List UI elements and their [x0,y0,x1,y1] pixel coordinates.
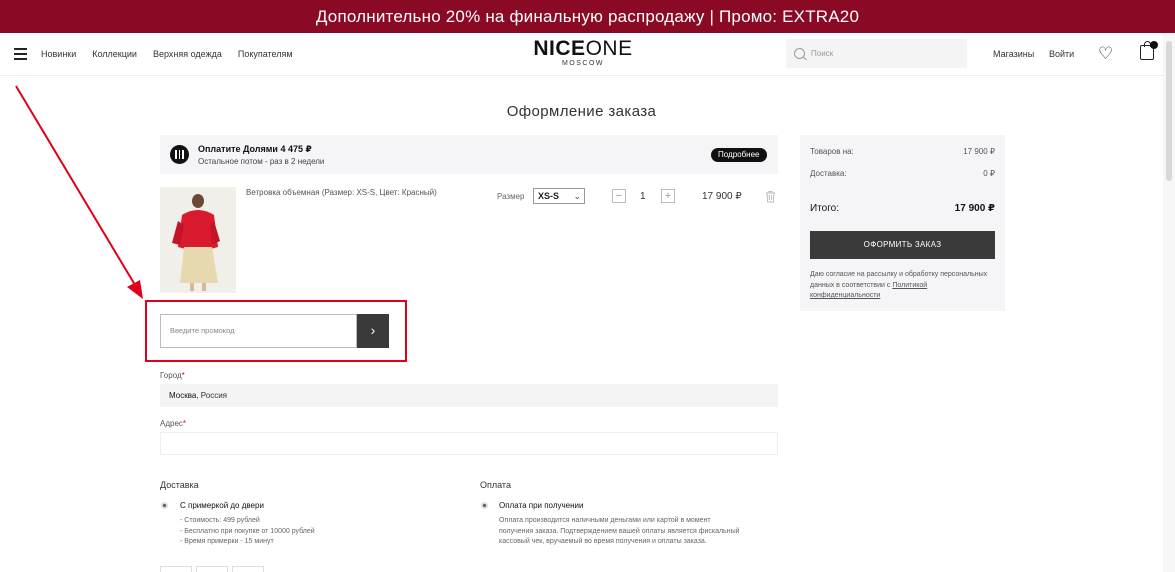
scrollbar-thumb[interactable] [1166,41,1172,181]
search-icon [794,48,805,59]
dolyami-subtitle: Остальное потом - раз в 2 недели [198,157,325,166]
delivery-details: - Стоимость: 499 рублей - Бесплатно при … [180,517,315,545]
city-field[interactable]: Москва, Россия [160,384,778,407]
payment-title: Оплата [480,480,511,490]
site-logo[interactable]: NICEONE MOSCOW [532,38,634,67]
delivery-time-options [160,566,264,572]
login-link[interactable]: Войти [1049,49,1074,59]
address-label: Адрес* [160,419,187,428]
size-select-value: XS-S [538,191,560,201]
checkout-button[interactable]: ОФОРМИТЬ ЗАКАЗ [810,231,995,259]
qty-decrease-button[interactable]: − [612,189,626,203]
time-option[interactable] [160,566,192,572]
product-image[interactable] [160,187,236,293]
menu-icon[interactable] [14,48,27,60]
city-label: Город* [160,371,185,380]
cart-bag-icon[interactable] [1140,41,1158,60]
item-price: 17 900 ₽ [702,191,742,202]
chevron-down-icon: ⌄ [573,191,581,201]
annotation-highlight-box [145,300,407,362]
promo-banner-text: Дополнительно 20% на финальную распродаж… [315,6,860,26]
qty-increase-button[interactable]: + [661,189,675,203]
nav-item-collections[interactable]: Коллекции [92,49,137,59]
consent-text: Даю согласие на рассылку и обработку пер… [810,271,988,299]
page-scrollbar[interactable] [1163,33,1175,572]
search-input[interactable]: Поиск [786,39,967,68]
delivery-radio[interactable] [161,502,168,509]
wishlist-heart-icon[interactable]: ♡ [1098,45,1113,62]
dolyami-more-button[interactable]: Подробнее [711,148,767,162]
dolyami-title: Оплатите Долями 4 475 ₽ [198,144,312,154]
time-option[interactable] [196,566,228,572]
stores-link[interactable]: Магазины [993,49,1034,59]
qty-value: 1 [640,191,646,202]
summary-delivery-row: Доставка: 0 ₽ [810,169,995,178]
product-name[interactable]: Ветровка объемная (Размер: XS-S, Цвет: К… [246,188,437,197]
summary-goods-row: Товаров на: 17 900 ₽ [810,147,995,156]
main-nav: Новинки Коллекции Верхняя одежда Покупат… [41,49,309,59]
trash-icon[interactable] [765,190,776,203]
address-field[interactable] [160,432,778,455]
size-select[interactable]: XS-S ⌄ [533,188,585,204]
payment-radio[interactable] [481,502,488,509]
dolyami-logo-icon [170,145,189,164]
nav-item-new[interactable]: Новинки [41,49,76,59]
search-placeholder: Поиск [811,49,834,58]
cart-badge [1150,41,1158,49]
size-label: Размер [497,192,525,201]
delivery-option-label[interactable]: С примеркой до двери [180,501,264,510]
summary-total-row: Итого: 17 900 ₽ [810,203,995,214]
nav-item-customers[interactable]: Покупателям [238,49,293,59]
order-summary: Товаров на: 17 900 ₽ Доставка: 0 ₽ Итого: 1… [800,135,1005,311]
payment-option-label[interactable]: Оплата при получении [499,501,583,510]
dolyami-banner: Оплатите Долями 4 475 ₽ Остальное потом … [160,135,778,174]
promo-banner[interactable]: Дополнительно 20% на финальную распродаж… [0,0,1175,33]
time-option[interactable] [232,566,264,572]
delivery-title: Доставка [160,480,199,490]
nav-item-outerwear[interactable]: Верхняя одежда [153,49,222,59]
site-header: Новинки Коллекции Верхняя одежда Покупат… [0,33,1163,76]
payment-details: Оплата производится наличными деньгами и… [499,517,740,545]
page-title: Оформление заказа [506,103,657,120]
